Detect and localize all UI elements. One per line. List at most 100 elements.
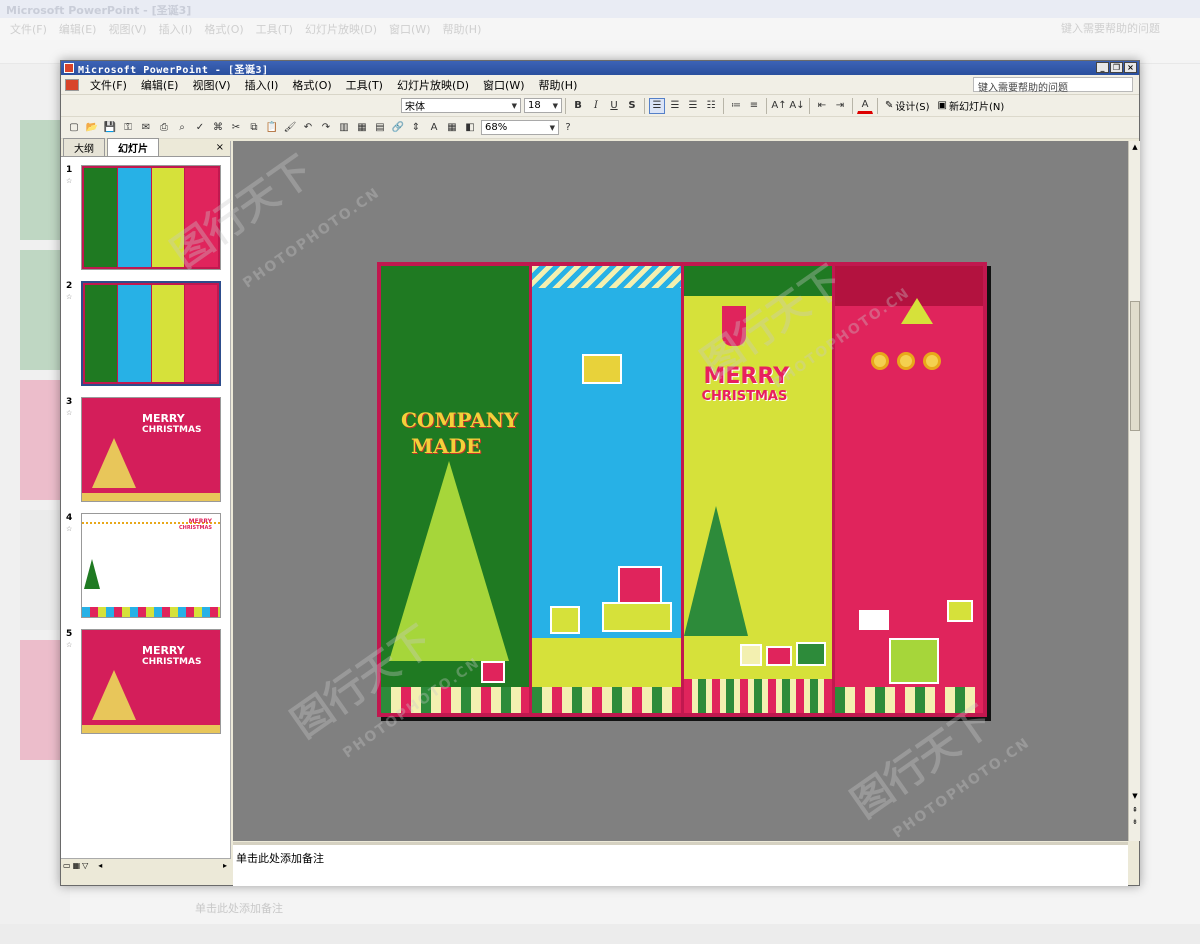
cut-icon[interactable]: ✂ [228,120,244,136]
font-size-select[interactable]: 18 ▼ [524,98,562,113]
decrease-indent-icon[interactable]: ⇤ [814,98,830,114]
new-document-icon[interactable]: ▢ [66,120,82,136]
chevron-down-icon: ▼ [511,101,517,110]
menu-insert[interactable]: 插入(I) [238,77,286,93]
bg-menu-item: 编辑(E) [58,23,97,36]
document-icon[interactable] [65,78,79,91]
permission-icon[interactable]: ⚿ [120,120,136,136]
paste-icon[interactable]: 📋 [264,120,280,136]
zoom-select[interactable]: 68% ▼ [481,120,559,135]
menu-tools[interactable]: 工具(T) [339,77,390,93]
font-color-icon[interactable]: A [857,98,873,114]
numbering-icon[interactable]: ≔ [728,98,744,114]
close-button[interactable]: × [1124,62,1137,73]
vertical-scrollbar[interactable]: ▲ ▼ ⇞ ⇟ [1128,141,1140,841]
align-center-icon[interactable]: ☰ [667,98,683,114]
design-icon: ✎ [885,100,894,111]
scroll-left-icon[interactable]: ◂ [98,861,102,870]
bold-button[interactable]: B [570,98,586,114]
slide-panel-blue [532,266,681,713]
slideshow-icon[interactable]: ▽ [82,861,88,870]
redo-icon[interactable]: ↷ [318,120,334,136]
slides-pane: 大纲 幻灯片 × 1 ☆ 2 ☆ 3 ☆ MERRY CHRISTMAS 4 ☆… [61,138,231,872]
font-select[interactable]: 宋体 ▼ [401,98,521,113]
tab-slides[interactable]: 幻灯片 [107,138,159,156]
slide-thumbnail[interactable]: MERRY CHRISTMAS [81,513,221,618]
shadow-button[interactable]: S [624,98,640,114]
slide-panel-green: COMPANY MADE [381,266,530,713]
chart-icon[interactable]: ▥ [336,120,352,136]
close-pane-icon[interactable]: × [216,142,224,153]
distribute-icon[interactable]: ☷ [703,98,719,114]
gift-box [618,566,663,606]
scroll-right-icon[interactable]: ▸ [223,861,227,870]
thumb-panel-pink [185,168,218,267]
normal-view-icon[interactable]: ▭ [63,861,71,870]
open-folder-icon[interactable]: 📂 [84,120,100,136]
print-preview-icon[interactable]: ⌕ [174,120,190,136]
notes-pane[interactable]: 单击此处添加备注 [233,842,1128,886]
minimize-button[interactable]: _ [1096,62,1109,73]
menu-edit[interactable]: 编辑(E) [134,77,186,93]
slide-thumbnail-item[interactable]: 3 ☆ MERRY CHRISTMAS [61,397,231,507]
decrease-font-icon[interactable]: A↓ [789,98,805,114]
spelling-icon[interactable]: ✓ [192,120,208,136]
slide-thumbnail-item[interactable]: 4 ☆ MERRY CHRISTMAS [61,513,231,623]
restore-button[interactable]: ❐ [1110,62,1123,73]
view-buttons-bar: ▭ ▦ ▽ ◂ ▸ [61,858,231,872]
slide-sorter-icon[interactable]: ▦ [73,861,81,870]
color-grayscale-icon[interactable]: ◧ [462,120,478,136]
scrollbar-thumb[interactable] [1130,301,1140,431]
tab-outline[interactable]: 大纲 [63,138,105,156]
notes-placeholder: 单击此处添加备注 [236,852,324,865]
help-icon[interactable]: ? [560,120,576,136]
show-formatting-icon[interactable]: A [426,120,442,136]
undo-icon[interactable]: ↶ [300,120,316,136]
new-slide-button[interactable]: ▣ 新幻灯片(N) [934,98,1009,113]
scroll-down-icon[interactable]: ▼ [1130,791,1140,801]
bullets-icon[interactable]: ≡ [746,98,762,114]
increase-indent-icon[interactable]: ⇥ [832,98,848,114]
window-title: Microsoft PowerPoint - [圣诞3] [78,64,269,76]
menu-slideshow[interactable]: 幻灯片放映(D) [390,77,476,93]
current-slide[interactable]: COMPANY MADE MERRY CHRISTMAS [377,262,987,717]
gift-box [795,642,826,666]
email-icon[interactable]: ✉ [138,120,154,136]
menu-format[interactable]: 格式(O) [285,77,338,93]
slide-thumbnail[interactable]: MERRY CHRISTMAS [81,397,221,502]
align-left-icon[interactable]: ☰ [649,97,665,114]
help-search-input[interactable]: 键入需要帮助的问题 [973,77,1133,94]
increase-font-icon[interactable]: A↑ [771,98,787,114]
next-slide-icon[interactable]: ⇟ [1130,817,1140,827]
expand-all-icon[interactable]: ⇕ [408,120,424,136]
menu-file[interactable]: 文件(F) [83,77,134,93]
design-button[interactable]: ✎ 设计(S) [881,98,934,113]
menu-help[interactable]: 帮助(H) [532,77,585,93]
table-icon[interactable]: ▦ [354,120,370,136]
previous-slide-icon[interactable]: ⇞ [1130,805,1140,815]
slide-thumbnail-item[interactable]: 5 ☆ MERRY CHRISTMAS [61,629,231,739]
new-slide-icon: ▣ [937,100,947,111]
bg-thumb [20,120,60,240]
format-painter-icon[interactable]: 🖌 [282,120,298,136]
hyperlink-icon[interactable]: 🔗 [390,120,406,136]
italic-button[interactable]: I [588,98,604,114]
tables-borders-icon[interactable]: ▤ [372,120,388,136]
underline-button[interactable]: U [606,98,622,114]
print-icon[interactable]: ⎙ [156,120,172,136]
slide-thumbnail-item[interactable]: 2 ☆ [61,281,231,391]
research-icon[interactable]: ⌘ [210,120,226,136]
menu-window[interactable]: 窗口(W) [476,77,531,93]
slide-thumbnail[interactable]: MERRY CHRISTMAS [81,629,221,734]
save-icon[interactable]: 💾 [102,120,118,136]
align-right-icon[interactable]: ☰ [685,98,701,114]
slide-thumbnail-item[interactable]: 1 ☆ [61,165,231,275]
pane-tabs: 大纲 幻灯片 × [61,138,230,157]
scroll-up-icon[interactable]: ▲ [1130,142,1140,152]
slide-thumbnail-selected[interactable] [81,281,221,386]
made-text: MADE [411,434,482,458]
grid-icon[interactable]: ▦ [444,120,460,136]
copy-icon[interactable]: ⧉ [246,120,262,136]
slide-thumbnail[interactable] [81,165,221,270]
menu-view[interactable]: 视图(V) [185,77,237,93]
